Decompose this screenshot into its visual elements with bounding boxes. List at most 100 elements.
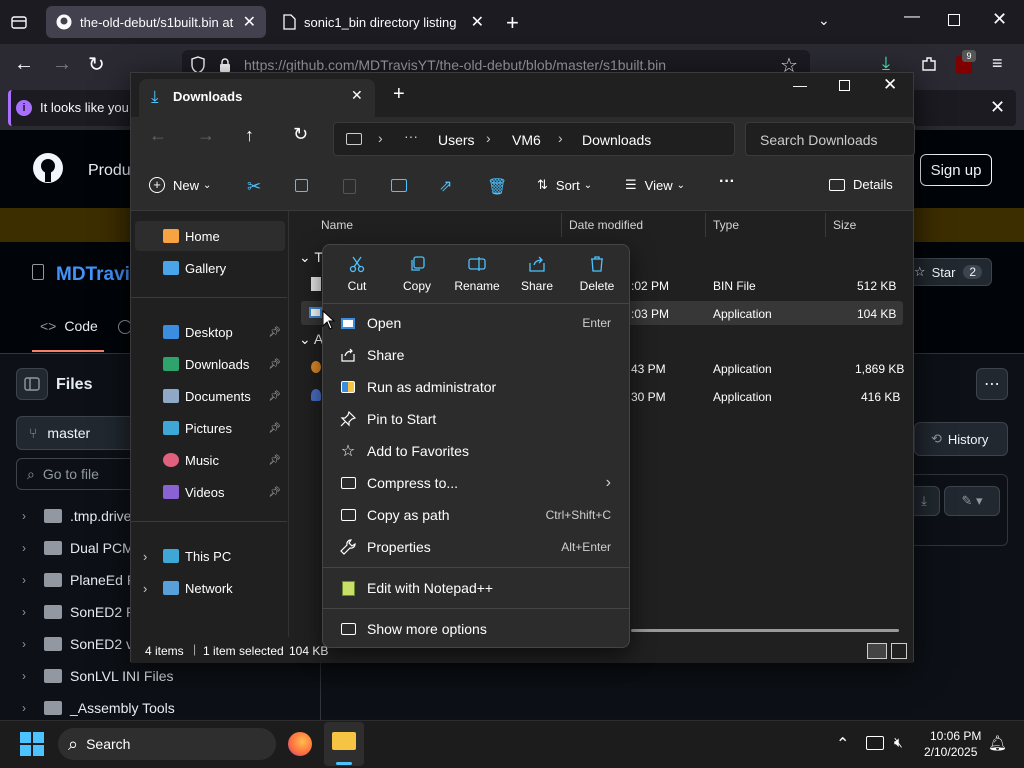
close-tab-icon[interactable]: ✕ — [243, 12, 256, 32]
url-text[interactable]: https://github.com/MDTravisYT/the-old-de… — [244, 57, 666, 73]
ctx-rename-button[interactable]: Rename — [449, 255, 505, 293]
explorer-tab-downloads[interactable]: ⤓ Downloads ✕ — [139, 79, 375, 117]
lock-icon[interactable] — [218, 57, 232, 73]
breadcrumb-downloads[interactable]: Downloads — [582, 132, 651, 148]
tree-item[interactable]: › SonED2 Pr — [22, 598, 140, 626]
sign-up-button[interactable]: Sign up — [920, 154, 992, 186]
tree-item[interactable]: › SonLVL INI Files — [22, 662, 174, 690]
ellipsis-icon[interactable]: ··· — [404, 128, 418, 144]
tree-item[interactable]: › Dual PCM — [22, 534, 134, 562]
firefox-icon[interactable] — [288, 732, 312, 756]
nav-item-network[interactable]: › Network — [135, 573, 285, 603]
copy-icon[interactable] — [295, 179, 308, 192]
tiles-view-icon[interactable] — [891, 643, 907, 659]
share-icon[interactable]: ⇗ — [439, 176, 452, 196]
up-icon[interactable]: ↑ — [245, 125, 254, 146]
forward-icon[interactable]: → — [52, 53, 72, 76]
restore-icon[interactable] — [948, 14, 960, 26]
tree-item[interactable]: › _Assembly Tools — [22, 694, 175, 722]
ctx-item-open[interactable]: Open Enter — [327, 307, 625, 339]
product-menu[interactable]: Produ — [88, 162, 131, 180]
ctx-item-edit-with-notepad[interactable]: Edit with Notepad++ — [327, 572, 625, 604]
close-tab-icon[interactable]: ✕ — [471, 12, 484, 32]
new-tab-icon[interactable]: + — [506, 10, 519, 36]
ctx-share-button[interactable]: Share — [509, 255, 565, 293]
sort-button[interactable]: ⇅ Sort ⌄ — [537, 177, 592, 193]
menu-icon[interactable]: ≡ — [992, 53, 1003, 74]
nav-item-desktop[interactable]: Desktop 📌︎ — [135, 317, 285, 347]
repo-owner-link[interactable]: MDTravis — [56, 264, 140, 286]
ctx-delete-button[interactable]: Delete — [569, 255, 625, 293]
taskbar-search-box[interactable]: ⌕ Search — [58, 728, 276, 760]
paste-icon[interactable] — [343, 179, 356, 194]
close-window-icon[interactable]: ✕ — [992, 9, 1007, 30]
close-window-icon[interactable]: ✕ — [883, 75, 897, 95]
nav-item-gallery[interactable]: Gallery — [135, 253, 285, 283]
ctx-cut-button[interactable]: Cut — [329, 255, 385, 293]
download-icon[interactable]: ⤓ — [882, 53, 890, 74]
nav-item-downloads[interactable]: Downloads 📌︎ — [135, 349, 285, 379]
nav-item-music[interactable]: Music 📌︎ — [135, 445, 285, 475]
more-options-button[interactable]: ⋯ — [976, 368, 1008, 400]
back-icon[interactable]: ← — [149, 125, 167, 146]
maximize-icon[interactable] — [839, 80, 850, 91]
ctx-item-properties[interactable]: Properties Alt+Enter — [327, 531, 625, 563]
file-explorer-taskbar-button[interactable] — [324, 722, 364, 766]
clock-time[interactable]: 10:06 PM — [930, 729, 981, 743]
column-header-name[interactable]: Name — [321, 218, 353, 232]
cut-icon[interactable]: ✂ — [247, 177, 261, 197]
chevron-down-icon[interactable]: ⌄ — [818, 12, 830, 29]
github-logo-icon[interactable] — [32, 152, 64, 184]
nav-item-pictures[interactable]: Pictures 📌︎ — [135, 413, 285, 443]
back-icon[interactable]: ← — [14, 53, 34, 76]
refresh-icon[interactable]: ↻ — [293, 124, 308, 145]
history-button[interactable]: ⟲ History — [914, 422, 1008, 456]
minimize-icon[interactable]: — — [904, 8, 920, 26]
volume-muted-icon[interactable]: 🔇︎ — [894, 734, 903, 751]
tab-list-icon[interactable] — [10, 13, 28, 31]
close-notice-icon[interactable]: ✕ — [990, 97, 1005, 118]
horizontal-scrollbar[interactable] — [631, 629, 899, 632]
extensions-icon[interactable] — [920, 55, 938, 73]
close-tab-icon[interactable]: ✕ — [351, 87, 363, 104]
ctx-item-share[interactable]: Share — [327, 339, 625, 371]
ctx-copy-button[interactable]: Copy — [389, 255, 445, 293]
minimize-icon[interactable]: — — [793, 77, 807, 93]
see-more-icon[interactable]: ··· — [719, 173, 735, 191]
forward-icon[interactable]: → — [197, 125, 215, 146]
clock-date[interactable]: 2/10/2025 — [924, 745, 977, 759]
network-icon[interactable] — [866, 736, 884, 750]
tree-item[interactable]: › SonED2 v1 — [22, 630, 141, 658]
ctx-item-add-to-favorites[interactable]: ☆ Add to Favorites — [327, 435, 625, 467]
breadcrumb[interactable]: › ··· Users › VM6 › Downloads — [333, 122, 735, 156]
nav-item-videos[interactable]: Videos 📌︎ — [135, 477, 285, 507]
ctx-item-pin-to-start[interactable]: Pin to Start — [327, 403, 625, 435]
browser-tab-github[interactable]: the-old-debut/s1built.bin at m ✕ — [46, 6, 266, 38]
sidebar-toggle-button[interactable] — [16, 368, 48, 400]
nav-item-home[interactable]: Home — [135, 221, 285, 251]
ctx-item-show-more-options[interactable]: Show more options — [327, 613, 625, 645]
go-to-file-input[interactable]: ⌕ Go to file — [16, 458, 146, 490]
notification-bell-icon[interactable]: 🔔︎ — [988, 734, 1007, 752]
breadcrumb-vm6[interactable]: VM6 — [512, 132, 541, 148]
tree-item[interactable]: › PlaneEd Pr — [22, 566, 141, 594]
edit-button[interactable]: ✎ ▾ — [944, 486, 1000, 516]
new-button[interactable]: + New ⌄ — [149, 177, 211, 193]
column-header-type[interactable]: Type — [713, 218, 739, 232]
chevron-up-icon[interactable]: ⌃ — [836, 734, 849, 754]
rename-icon[interactable] — [391, 179, 407, 192]
browser-tab-listing[interactable]: sonic1_bin directory listing ✕ — [272, 6, 494, 38]
breadcrumb-users[interactable]: Users — [438, 132, 475, 148]
column-header-size[interactable]: Size — [833, 218, 856, 232]
ctx-item-compress-to[interactable]: Compress to... › — [327, 467, 625, 499]
delete-icon[interactable]: 🗑︎ — [487, 177, 507, 197]
tab-code[interactable]: <> Code — [32, 318, 104, 352]
column-header-date[interactable]: Date modified — [569, 218, 643, 232]
tree-item[interactable]: › .tmp.drived — [22, 502, 139, 530]
view-button[interactable]: ☰ View ⌄ — [625, 177, 685, 193]
star-button[interactable]: ☆ Star 2 — [904, 258, 992, 286]
ctx-item-copy-as-path[interactable]: Copy as path Ctrl+Shift+C — [327, 499, 625, 531]
windows-start-icon[interactable] — [20, 732, 44, 756]
group-header-older[interactable]: ⌄ A — [299, 331, 323, 348]
details-view-icon[interactable] — [867, 643, 887, 659]
